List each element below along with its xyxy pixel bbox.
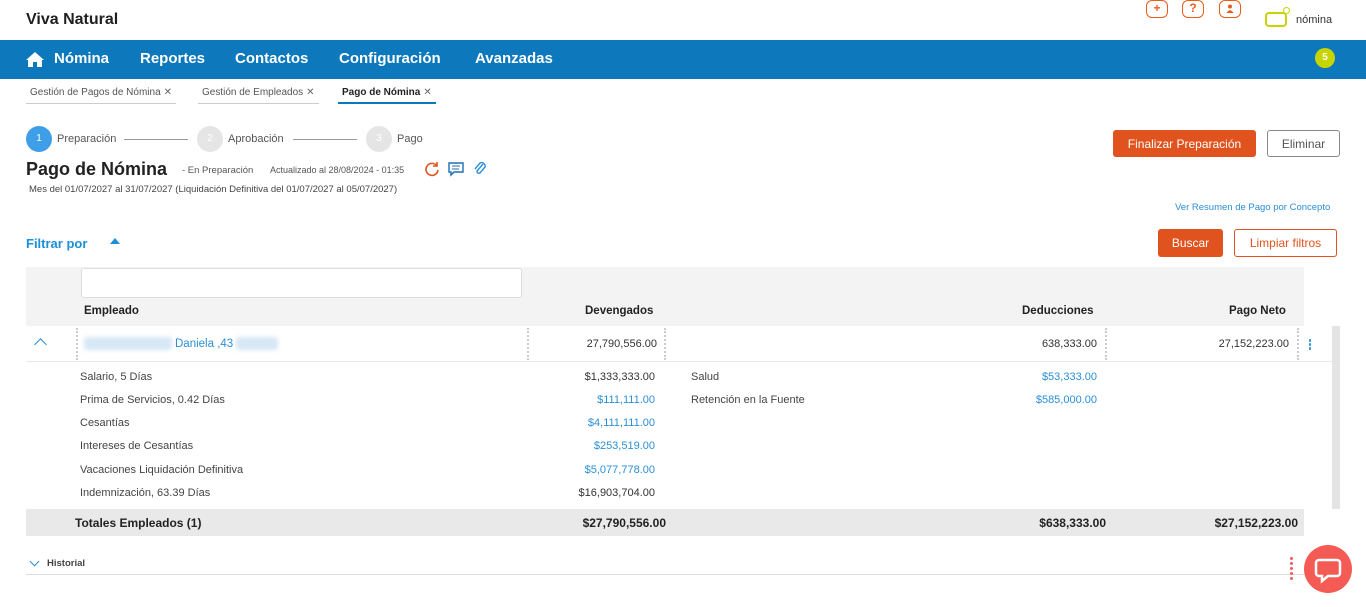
home-icon[interactable] [26,52,44,67]
deduction-concept-label: Retención en la Fuente [691,394,805,406]
employee-name-link[interactable]: Daniela ,43 [175,338,233,350]
tab-label: Pago de Nómina [342,87,421,98]
totals-label: Totales Empleados (1) [75,516,202,530]
drag-handle-icon[interactable] [1290,557,1297,583]
row-earnings: 27,790,556.00 [586,338,657,350]
deduction-concept-label: Salud [691,371,720,383]
nav-nomina[interactable]: Nómina [54,50,109,67]
add-icon[interactable]: + [1146,0,1168,18]
attachment-icon[interactable] [472,161,488,177]
row-deductions: 638,333.00 [1041,338,1097,350]
step-connector [124,139,188,140]
column-header-deductions[interactable]: Deducciones [1022,305,1094,317]
deduction-concept-link[interactable]: $585,000.00 [987,394,1097,406]
close-icon[interactable]: ✕ [306,87,314,98]
chat-icon [1314,558,1342,584]
nav-avanzadas[interactable]: Avanzadas [475,50,553,67]
step-connector [293,139,357,140]
logo-text: nómina [1296,14,1333,26]
earning-concept-link[interactable]: $5,077,778.00 [545,464,655,476]
updated-timestamp: Actualizado al 28/08/2024 - 01:35 [270,165,405,175]
comment-icon[interactable] [448,161,464,177]
deduction-concept-link[interactable]: $53,333.00 [987,371,1097,383]
nav-contactos[interactable]: Contactos [235,50,308,67]
chevron-down-icon[interactable] [29,556,40,567]
chat-button[interactable] [1304,545,1352,593]
column-divider [1297,328,1299,360]
tab-pago-nomina[interactable]: Pago de Nómina ✕ [338,84,436,104]
earning-concept-label: Cesantías [80,417,130,429]
earning-concept-label: Prima de Servicios, 0.42 Días [80,394,225,406]
page-title: Pago de Nómina [26,159,168,179]
filter-toggle[interactable]: Filtrar por [26,236,87,251]
caret-up-icon[interactable] [110,238,120,244]
earning-concept-link[interactable]: $4,111,111.00 [545,417,655,429]
totals-net: $27,152,223.00 [1214,516,1298,530]
nav-reportes[interactable]: Reportes [140,50,205,67]
tab-gestion-pagos[interactable]: Gestión de Pagos de Nómina ✕ [26,84,177,104]
column-divider [527,328,529,360]
employee-search-input[interactable] [81,268,522,298]
tab-label: Gestión de Pagos de Nómina [30,87,161,98]
column-divider [1105,328,1107,360]
help-icon[interactable]: ? [1182,0,1204,18]
column-header-employee[interactable]: Empleado [84,305,139,317]
row-details [26,362,1332,509]
column-divider [664,328,666,360]
step-2-circle: 2 [197,126,223,152]
step-3-circle: 3 [366,126,392,152]
page-status: - En Preparación [182,165,254,176]
step-1-label: Preparación [57,133,117,145]
row-net: 27,152,223.00 [1218,338,1289,350]
clear-filters-button[interactable]: Limpiar filtros [1234,229,1337,257]
delete-button[interactable]: Eliminar [1267,130,1340,157]
tab-label: Gestión de Empleados [202,87,304,98]
earning-concept-label: Vacaciones Liquidación Definitiva [80,464,244,476]
totals-earnings: $27,790,556.00 [582,516,666,530]
historial-section[interactable]: Historial [26,552,1341,575]
column-divider [76,328,78,360]
finalize-preparation-button[interactable]: Finalizar Preparación [1113,130,1256,157]
step-2-label: Aprobación [228,133,284,145]
nav-configuracion[interactable]: Configuración [339,50,441,67]
step-3-label: Pago [397,133,423,145]
top-bar: Viva Natural + ? nómina [0,0,1366,40]
tab-gestion-empleados[interactable]: Gestión de Empleados ✕ [198,84,319,104]
page-subtitle: Mes del 01/07/2027 al 31/07/2027 (Liquid… [29,184,398,195]
more-options-icon[interactable] [1307,339,1313,351]
search-button[interactable]: Buscar [1158,229,1223,257]
redacted-name [84,337,172,350]
earning-concept-value: $16,903,704.00 [578,487,655,499]
redacted-id [236,337,278,350]
logo-dot-icon [1283,7,1290,14]
earning-concept-label: Intereses de Cesantías [80,440,194,452]
company-name: Viva Natural [26,11,119,28]
earning-concept-value: $1,333,333.00 [584,371,655,383]
user-icon[interactable] [1219,0,1241,18]
close-icon[interactable]: ✕ [164,87,172,98]
scrollbar[interactable] [1332,326,1340,509]
earning-concept-label: Salario, 5 Días [80,371,153,383]
earning-concept-link[interactable]: $253,519.00 [545,440,655,452]
summary-by-concept-link[interactable]: Ver Resumen de Pago por Concepto [1175,202,1330,213]
step-1-circle: 1 [26,126,52,152]
close-icon[interactable]: ✕ [423,87,431,98]
nomina-logo-icon [1265,12,1287,27]
notification-badge[interactable]: 5 [1315,48,1335,68]
column-header-net[interactable]: Pago Neto [1229,305,1286,317]
refresh-icon[interactable] [424,161,440,177]
totals-deductions: $638,333.00 [1039,516,1106,530]
main-nav: Nómina Reportes Contactos Configuración … [0,40,1366,79]
column-header-earnings[interactable]: Devengados [585,305,653,317]
earning-concept-label: Indemnización, 63.39 Días [80,487,211,499]
earning-concept-link[interactable]: $111,111.00 [545,394,655,406]
historial-label[interactable]: Historial [47,558,85,569]
